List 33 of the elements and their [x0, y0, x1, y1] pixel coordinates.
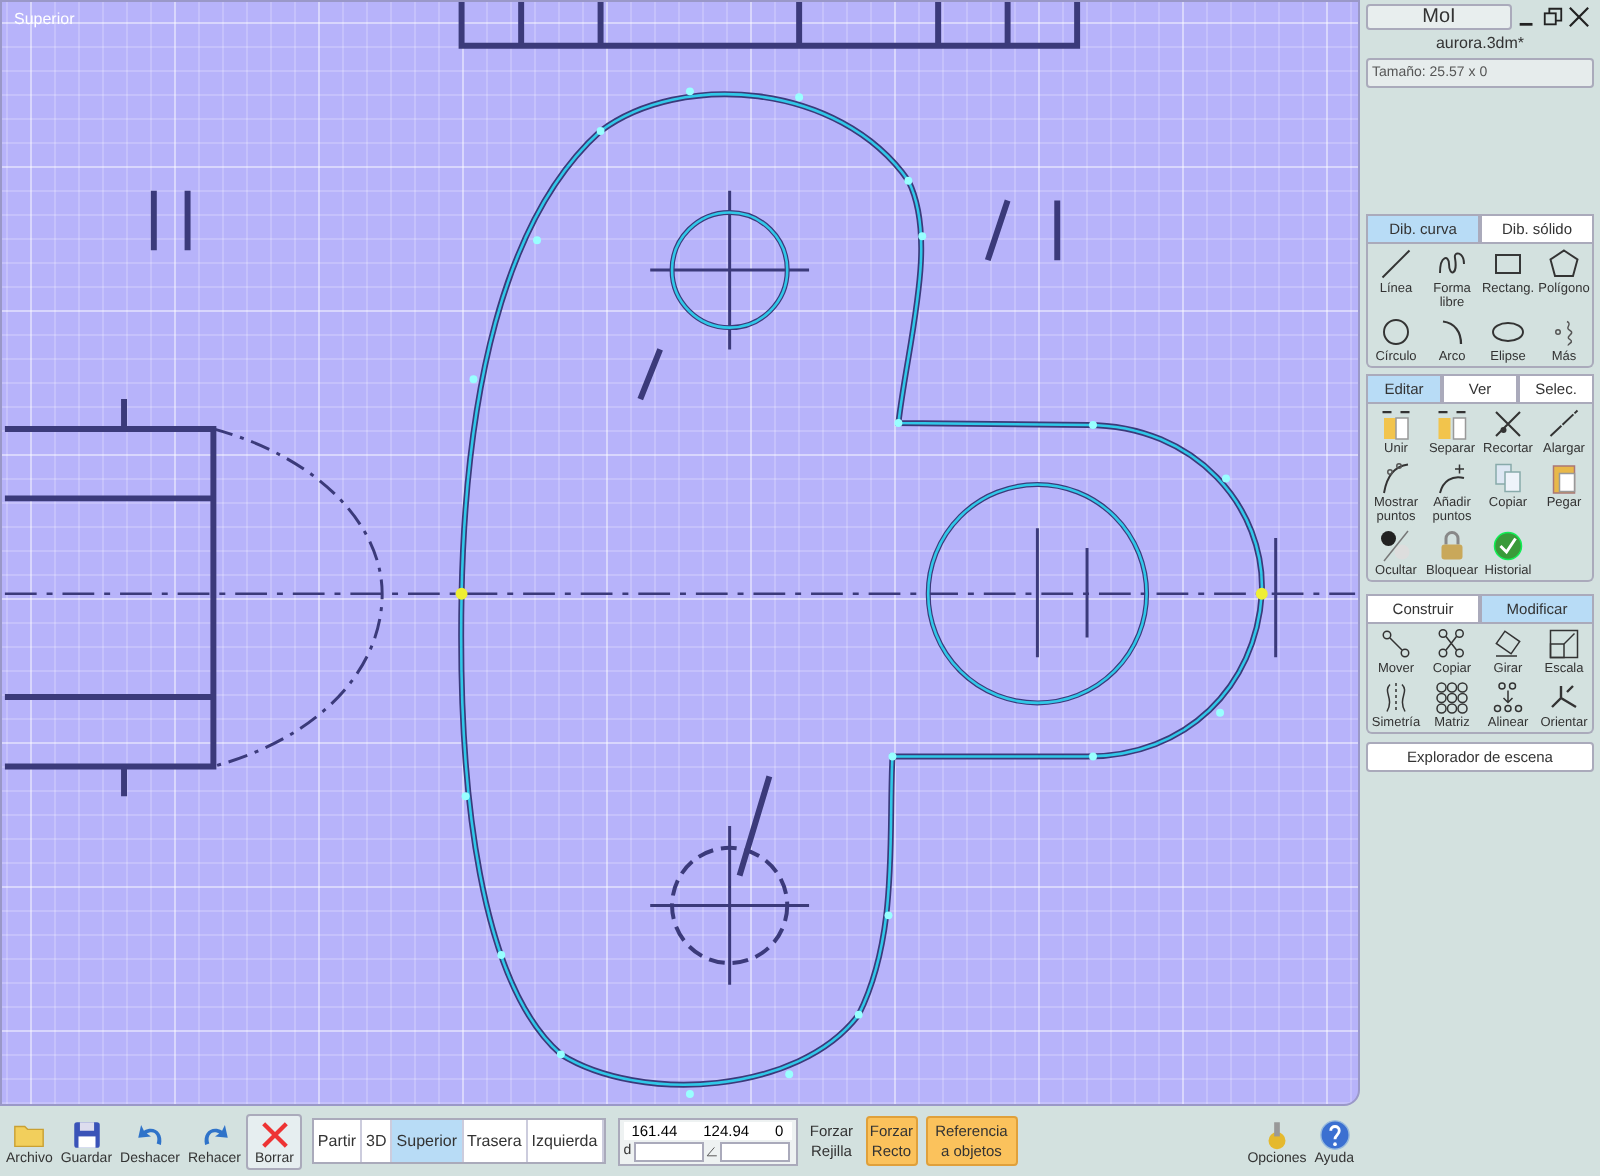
angle-icon: [705, 1144, 718, 1158]
view-tab[interactable]: Trasera: [463, 1120, 528, 1162]
close-icon: [257, 1117, 292, 1151]
distance-field[interactable]: [633, 1141, 704, 1161]
view-tab[interactable]: Superior: [392, 1120, 464, 1162]
line-icon: [1378, 246, 1414, 282]
app-title-button[interactable]: MoI: [1366, 4, 1512, 30]
points-icon: [1378, 459, 1414, 496]
file-name: aurora.3dm*: [1433, 34, 1527, 52]
selected-curve[interactable]: [455, 87, 1268, 1099]
separate-icon: [1434, 406, 1470, 443]
join-icon: [1378, 406, 1414, 443]
hide-icon: [1378, 527, 1414, 564]
angle-field[interactable]: [719, 1141, 790, 1161]
circle-icon: [1378, 313, 1414, 350]
array-icon: [1434, 679, 1470, 716]
help-icon: [1317, 1117, 1352, 1151]
align-icon: [1490, 679, 1526, 716]
restore-icon[interactable]: [1542, 6, 1564, 28]
history-icon: [1490, 527, 1526, 564]
rotate-icon: [1490, 626, 1526, 663]
copy-icon: [1490, 459, 1526, 496]
view-tab[interactable]: Partir: [313, 1120, 363, 1162]
view-tab[interactable]: 3D: [362, 1120, 393, 1162]
viewport-label: Superior: [14, 10, 75, 28]
move-icon: [1378, 626, 1414, 663]
scale-icon: [1546, 626, 1582, 663]
save-icon: [69, 1117, 104, 1151]
close-icon[interactable]: [1568, 6, 1590, 28]
copy-nodes-icon: [1434, 626, 1470, 663]
add-points-icon: [1434, 459, 1470, 496]
polygon-icon: [1546, 246, 1582, 282]
view-tab[interactable]: Izquierda: [527, 1120, 604, 1162]
